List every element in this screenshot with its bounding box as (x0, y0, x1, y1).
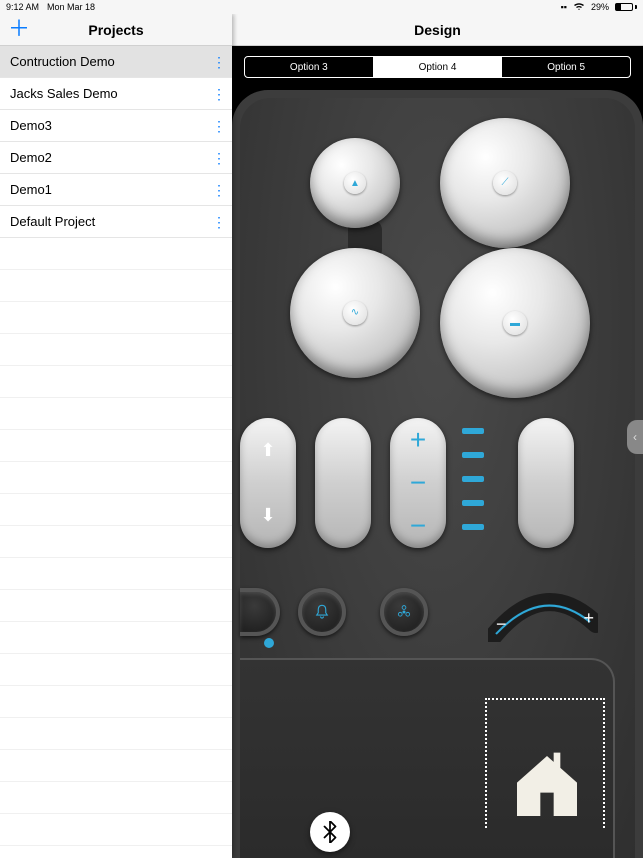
home-icon (507, 746, 587, 826)
knob-4[interactable]: ▬ (440, 248, 590, 398)
project-label: Demo3 (10, 118, 52, 133)
list-item (0, 462, 232, 494)
list-item (0, 686, 232, 718)
round-button-fan[interactable] (380, 588, 428, 636)
list-item (0, 398, 232, 430)
project-row[interactable]: Demo1 ⋮ (0, 174, 232, 206)
up-arrow-icon: ⬆ (260, 440, 275, 461)
arc-plus-icon: + (583, 608, 594, 629)
list-item (0, 366, 232, 398)
project-menu-icon[interactable]: ⋮ (212, 183, 224, 197)
list-item (0, 718, 232, 750)
list-item (0, 334, 232, 366)
bell-icon (313, 603, 331, 621)
project-label: Contruction Demo (10, 54, 115, 69)
project-menu-icon[interactable]: ⋮ (212, 151, 224, 165)
list-item (0, 590, 232, 622)
level-indicator (462, 428, 484, 530)
projects-sidebar: ＋ Projects Contruction Demo ⋮ Jacks Sale… (0, 14, 232, 858)
tab-option-5[interactable]: Option 5 (501, 57, 630, 77)
knob-1[interactable]: ▲ (310, 138, 400, 228)
device-panel: ▲ ⟋ ∿ ▬ ⬆ ⬇ + − − (232, 90, 643, 858)
round-button-alert[interactable] (298, 588, 346, 636)
cell-signal-icon: ▪▪ (561, 2, 567, 12)
arc-minus-icon: − (496, 614, 507, 635)
rocker-blank-1[interactable] (315, 418, 371, 548)
tab-option-4[interactable]: Option 4 (373, 57, 502, 77)
list-item (0, 558, 232, 590)
list-item (0, 238, 232, 270)
list-item (0, 622, 232, 654)
wifi-icon (573, 2, 585, 13)
round-button-edge[interactable] (240, 588, 280, 636)
minus-icon: − (410, 469, 426, 497)
knob-4-indicator-icon: ▬ (503, 311, 527, 335)
battery-icon (615, 3, 637, 11)
project-row[interactable]: Contruction Demo ⋮ (0, 46, 232, 78)
project-label: Jacks Sales Demo (10, 86, 118, 101)
list-item (0, 494, 232, 526)
option-segmented-control: Option 3 Option 4 Option 5 (244, 56, 631, 78)
rocker-up-down[interactable]: ⬆ ⬇ (240, 418, 296, 548)
add-project-button[interactable]: ＋ (8, 18, 30, 40)
status-time: 9:12 AM (6, 2, 39, 12)
design-canvas: Option 3 Option 4 Option 5 ▲ ⟋ ∿ ▬ ⬆ ⬇ +… (232, 46, 643, 858)
list-item (0, 654, 232, 686)
rocker-plus-minus[interactable]: + − − (390, 418, 446, 548)
project-list: Contruction Demo ⋮ Jacks Sales Demo ⋮ De… (0, 46, 232, 846)
list-item (0, 782, 232, 814)
page-title: Design (232, 14, 643, 46)
project-menu-icon[interactable]: ⋮ (212, 87, 224, 101)
bluetooth-button[interactable] (310, 812, 350, 852)
project-row[interactable]: Demo3 ⋮ (0, 110, 232, 142)
knob-1-indicator-icon: ▲ (344, 172, 366, 194)
knob-3[interactable]: ∿ (290, 248, 420, 378)
indicator-dot (264, 638, 274, 648)
knob-2-indicator-icon: ⟋ (493, 171, 516, 194)
project-row[interactable]: Default Project ⋮ (0, 206, 232, 238)
knob-3-indicator-icon: ∿ (343, 301, 366, 324)
plus-icon: + (410, 426, 426, 454)
drawer-handle[interactable]: ‹ (627, 420, 643, 454)
project-menu-icon[interactable]: ⋮ (212, 215, 224, 229)
rocker-blank-2[interactable] (518, 418, 574, 548)
project-menu-icon[interactable]: ⋮ (212, 55, 224, 69)
tab-option-3[interactable]: Option 3 (245, 57, 373, 77)
project-menu-icon[interactable]: ⋮ (212, 119, 224, 133)
list-item (0, 750, 232, 782)
down-arrow-icon: ⬇ (260, 505, 275, 526)
fan-icon (395, 603, 413, 621)
list-item (0, 814, 232, 846)
minus-icon: − (410, 512, 426, 540)
project-row[interactable]: Jacks Sales Demo ⋮ (0, 78, 232, 110)
list-item (0, 302, 232, 334)
project-row[interactable]: Demo2 ⋮ (0, 142, 232, 174)
bluetooth-icon (322, 821, 338, 843)
list-item (0, 526, 232, 558)
battery-percentage: 29% (591, 2, 609, 12)
knob-2[interactable]: ⟋ (440, 118, 570, 248)
list-item (0, 430, 232, 462)
sidebar-header: ＋ Projects (0, 14, 232, 46)
project-label: Default Project (10, 214, 95, 229)
list-item (0, 270, 232, 302)
status-bar: 9:12 AM Mon Mar 18 ▪▪ 29% (0, 0, 643, 14)
arc-slider[interactable]: − + (488, 592, 598, 642)
status-date: Mon Mar 18 (47, 2, 95, 12)
sidebar-title: Projects (88, 22, 143, 38)
project-label: Demo2 (10, 150, 52, 165)
project-label: Demo1 (10, 182, 52, 197)
